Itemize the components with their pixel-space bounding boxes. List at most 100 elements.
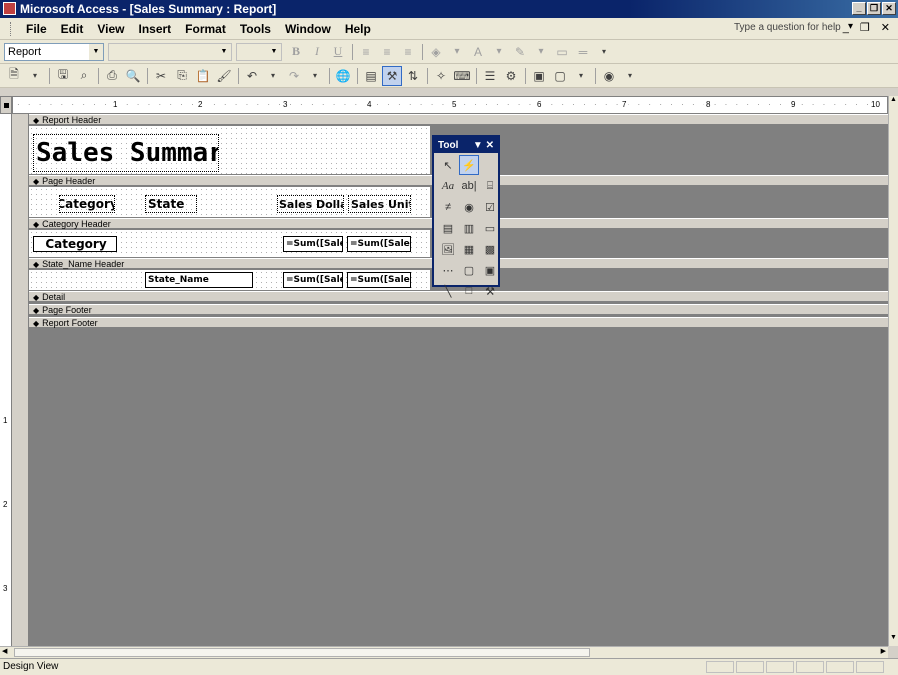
control-wizards-icon[interactable]: ⚡	[459, 155, 479, 175]
align-left-icon[interactable]: ≡	[356, 42, 376, 62]
section-page-footer[interactable]: ◆ Page Footer	[29, 304, 888, 315]
category-sum-units-textbox[interactable]: =Sum([Sales	[347, 236, 411, 252]
more-controls-icon[interactable]: ⚒	[480, 281, 500, 301]
access-app-icon[interactable]	[3, 2, 16, 15]
scroll-down-icon[interactable]: ▼	[889, 634, 898, 646]
align-center-icon[interactable]: ≡	[377, 42, 397, 62]
undo-icon[interactable]: ↶	[242, 66, 262, 86]
report-header-body[interactable]: Sales Summary	[29, 126, 430, 174]
select-report-button[interactable]	[0, 96, 12, 114]
font-color-button[interactable]: A	[468, 42, 488, 62]
scroll-thumb[interactable]	[14, 648, 590, 657]
insert-hyperlink-icon[interactable]: 🌐	[333, 66, 353, 86]
copy-icon[interactable]: ⎘	[172, 66, 192, 86]
new-object-icon[interactable]: ▢	[550, 66, 570, 86]
scroll-left-icon[interactable]: ◀	[2, 647, 7, 655]
dropdown-icon[interactable]: ▾	[531, 42, 551, 62]
save-icon[interactable]: 🖫	[53, 66, 73, 86]
toolbox-titlebar[interactable]: Tool ▼ ✕	[434, 137, 498, 153]
chevron-down-icon[interactable]: ▼	[89, 43, 103, 60]
menubar-grip[interactable]	[10, 21, 13, 36]
combo-box-icon[interactable]: ▤	[438, 218, 458, 238]
unbound-object-frame-icon[interactable]: ▦	[459, 239, 479, 259]
font-size-combo[interactable]: ▼	[236, 42, 282, 61]
minimize-button[interactable]: _	[852, 2, 866, 15]
underline-button[interactable]: U	[328, 42, 348, 62]
state-name-header-body[interactable]: State_Name =Sum([Sale: =Sum([Sales	[29, 270, 430, 290]
toolbar-options-icon[interactable]: ▾	[594, 42, 614, 62]
menu-file[interactable]: File	[26, 22, 47, 36]
menu-edit[interactable]: Edit	[61, 22, 84, 36]
line-tool-icon[interactable]: ╲	[438, 281, 458, 301]
menu-window[interactable]: Window	[285, 22, 331, 36]
state-sum-units-textbox[interactable]: =Sum([Sales	[347, 272, 411, 288]
dropdown-icon[interactable]: ▾	[571, 66, 591, 86]
subform-icon[interactable]: ▣	[480, 260, 500, 280]
toggle-button-icon[interactable]: ≠	[438, 197, 458, 217]
dropdown-icon[interactable]: ▾	[25, 66, 45, 86]
checkbox-icon[interactable]: ☑	[480, 197, 500, 217]
header-state-label[interactable]: State	[145, 195, 197, 213]
header-category-label[interactable]: Category	[59, 195, 115, 213]
label-tool-icon[interactable]: Aa	[438, 176, 458, 196]
properties-icon[interactable]: ☰	[480, 66, 500, 86]
state-sum-dollars-textbox[interactable]: =Sum([Sale:	[283, 272, 343, 288]
build-icon[interactable]: ⚙	[501, 66, 521, 86]
command-button-icon[interactable]: ▭	[480, 218, 500, 238]
dropdown-icon[interactable]: ▾	[263, 66, 283, 86]
restore-button[interactable]: ❐	[867, 2, 881, 15]
bound-object-frame-icon[interactable]: ▩	[480, 239, 500, 259]
menu-help[interactable]: Help	[345, 22, 371, 36]
close-button[interactable]: ✕	[882, 2, 896, 15]
scroll-right-icon[interactable]: ▶	[881, 647, 886, 655]
special-effect-icon[interactable]: ═	[573, 42, 593, 62]
code-icon[interactable]: ⌨	[452, 66, 472, 86]
object-combo[interactable]: Report ▼	[4, 42, 104, 61]
chevron-down-icon[interactable]: ▼	[267, 43, 281, 60]
rectangle-tool-icon[interactable]: □	[459, 281, 479, 301]
fill-color-icon[interactable]: ◈	[426, 42, 446, 62]
select-objects-icon[interactable]: ↖	[438, 155, 458, 175]
tab-control-icon[interactable]: ▢	[459, 260, 479, 280]
image-icon[interactable]: 🖼	[438, 239, 458, 259]
file-search-icon[interactable]: ⌕	[74, 66, 94, 86]
vertical-scrollbar[interactable]: ▲ ▼	[888, 96, 898, 646]
print-preview-icon[interactable]: 🔍	[123, 66, 143, 86]
view-icon[interactable]: 🗎	[4, 66, 24, 86]
scroll-up-icon[interactable]: ▲	[889, 96, 898, 108]
line-color-icon[interactable]: ✎	[510, 42, 530, 62]
category-sum-dollars-textbox[interactable]: =Sum([Sale:	[283, 236, 343, 252]
align-right-icon[interactable]: ≡	[398, 42, 418, 62]
section-selector-column[interactable]	[12, 114, 29, 646]
menu-tools[interactable]: Tools	[240, 22, 271, 36]
toolbox-icon[interactable]: ⚒	[382, 65, 402, 86]
menu-format[interactable]: Format	[185, 22, 226, 36]
horizontal-scrollbar[interactable]: ◀ ▶	[0, 646, 888, 658]
page-break-icon[interactable]: ⋯	[438, 260, 458, 280]
paste-icon[interactable]: 📋	[193, 66, 213, 86]
help-question-box[interactable]: Type a question for help	[734, 22, 841, 33]
toolbar-options-icon[interactable]: ▾	[620, 66, 640, 86]
dropdown-icon[interactable]: ▾	[447, 42, 467, 62]
field-list-icon[interactable]: ▤	[361, 66, 381, 86]
header-sales-dollars-label[interactable]: Sales Dollars	[277, 195, 344, 213]
toolbox-window[interactable]: Tool ▼ ✕ ↖ ⚡ Aa ab| ⌸ ≠ ◉ ☑ ▤ ▥ ▭ 🖼 ▦ ▩ …	[432, 135, 500, 298]
italic-button[interactable]: I	[307, 42, 327, 62]
option-group-icon[interactable]: ⌸	[480, 176, 500, 196]
format-painter-icon[interactable]: 🖌	[214, 66, 234, 86]
sorting-grouping-icon[interactable]: ⇅	[403, 66, 423, 86]
line-width-icon[interactable]: ▭	[552, 42, 572, 62]
bold-button[interactable]: B	[286, 42, 306, 62]
page-header-body[interactable]: Category State Sales Dollars Sales Units	[29, 187, 430, 217]
font-name-combo[interactable]: ▼	[108, 42, 232, 61]
title-label[interactable]: Sales Summary	[33, 134, 219, 172]
category-header-body[interactable]: Category =Sum([Sale: =Sum([Sales	[29, 230, 430, 257]
state-name-textbox[interactable]: State_Name	[145, 272, 253, 288]
list-box-icon[interactable]: ▥	[459, 218, 479, 238]
menu-insert[interactable]: Insert	[138, 22, 171, 36]
cut-icon[interactable]: ✂	[151, 66, 171, 86]
dropdown-icon[interactable]: ▾	[489, 42, 509, 62]
header-sales-units-label[interactable]: Sales Units	[348, 195, 411, 213]
toolbox-close-icon[interactable]: ✕	[486, 140, 494, 151]
help-icon[interactable]: ◉	[599, 66, 619, 86]
